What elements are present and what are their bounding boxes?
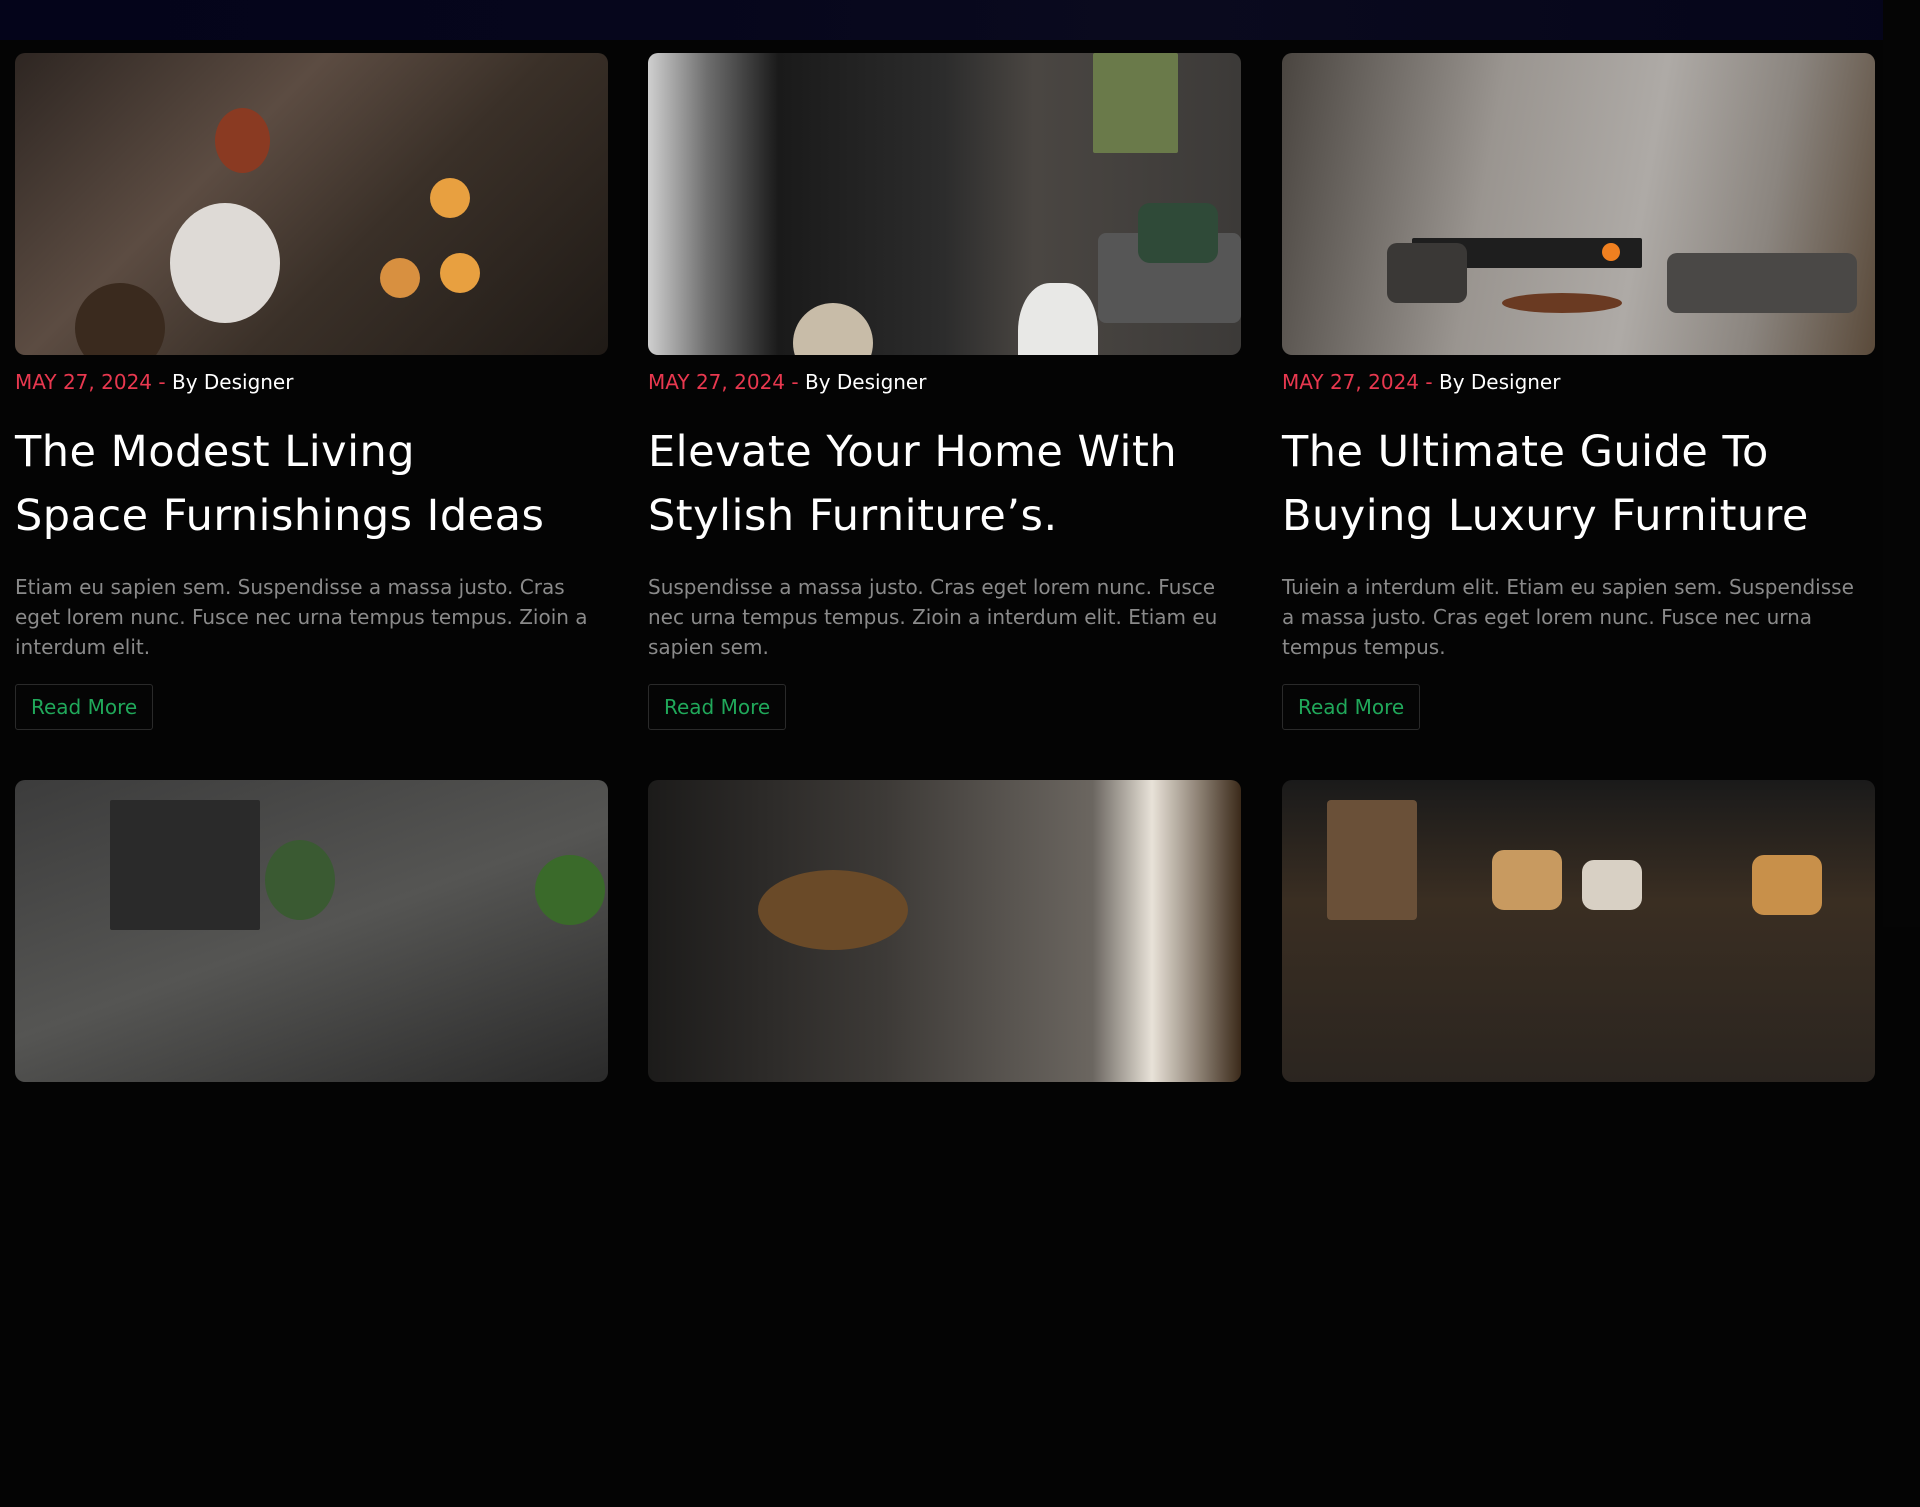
cabinet-shape: [1327, 800, 1417, 920]
candle-shape: [215, 108, 270, 173]
read-more-button[interactable]: Read More: [648, 684, 787, 730]
dried-flowers-shape: [758, 870, 908, 950]
post-meta: MAY 27, 2024 - By Designer: [1282, 368, 1875, 396]
blog-thumbnail[interactable]: [1282, 780, 1875, 1082]
blog-row-1: MAY 27, 2024 - By Designer The Modest Li…: [15, 53, 1875, 780]
post-title-line-2[interactable]: Space Furnishings Ideas: [15, 491, 544, 541]
plant-shape: [265, 840, 335, 920]
fire-glow-shape: [1602, 243, 1620, 261]
post-title[interactable]: The Ultimate Guide To Buying Luxury Furn…: [1282, 420, 1875, 548]
pillow-shape: [1752, 855, 1822, 915]
post-title[interactable]: Elevate Your Home With Stylish Furniture…: [648, 420, 1241, 548]
armchair-shape: [1387, 243, 1467, 303]
meta-separator: -: [1425, 370, 1433, 394]
blog-thumbnail[interactable]: [1282, 53, 1875, 355]
post-title[interactable]: The Modest Living Space Furnishings Idea…: [15, 420, 608, 548]
read-more-button[interactable]: Read More: [15, 684, 154, 730]
white-vase-shape: [1018, 283, 1098, 355]
post-meta: MAY 27, 2024 - By Designer: [648, 368, 1241, 396]
sofa-shape: [1667, 253, 1857, 313]
pinecone-shape: [75, 283, 165, 355]
candle-glow-shape: [380, 258, 420, 298]
post-meta: MAY 27, 2024 - By Designer: [15, 368, 608, 396]
post-title-line-2[interactable]: Buying Luxury Furniture: [1282, 491, 1809, 541]
meta-separator: -: [791, 370, 799, 394]
blog-card: MAY 27, 2024 - By Designer The Ultimate …: [1282, 53, 1875, 730]
blog-card: MAY 27, 2024 - By Designer The Modest Li…: [15, 53, 608, 730]
blog-thumbnail[interactable]: [15, 53, 608, 355]
post-title-line-1[interactable]: The Ultimate Guide To: [1282, 427, 1769, 477]
blog-post-grid: MAY 27, 2024 - By Designer The Modest Li…: [15, 53, 1875, 1507]
candle-glow-shape: [440, 253, 480, 293]
post-excerpt: Tuiein a interdum elit. Etiam eu sapien …: [1282, 575, 1854, 659]
blog-thumbnail[interactable]: [648, 53, 1241, 355]
post-title-line-2[interactable]: Stylish Furniture’s.: [648, 491, 1058, 541]
coffee-table-shape: [1502, 293, 1622, 313]
read-more-button[interactable]: Read More: [1282, 684, 1421, 730]
shelf-shape: [110, 800, 260, 930]
blog-thumbnail[interactable]: [15, 780, 608, 1082]
wall-art-shape: [1093, 53, 1178, 153]
post-date: MAY 27, 2024: [648, 370, 786, 394]
woven-pot-shape: [793, 303, 873, 355]
blog-card: [1282, 780, 1875, 1082]
candle-glow-shape: [430, 178, 470, 218]
plant-shape: [535, 855, 605, 925]
post-date: MAY 27, 2024: [15, 370, 153, 394]
blog-card: MAY 27, 2024 - By Designer Elevate Your …: [648, 53, 1241, 730]
blog-thumbnail[interactable]: [648, 780, 1241, 1082]
post-excerpt: Suspendisse a massa justo. Cras eget lor…: [648, 575, 1218, 659]
scrollbar-track[interactable]: [1883, 0, 1920, 927]
post-date: MAY 27, 2024: [1282, 370, 1420, 394]
top-navbar-strip: [0, 0, 1920, 40]
post-title-line-1[interactable]: Elevate Your Home With: [648, 427, 1177, 477]
post-author[interactable]: By Designer: [1439, 370, 1561, 394]
pillow-shape: [1492, 850, 1562, 910]
post-author[interactable]: By Designer: [172, 370, 294, 394]
post-excerpt: Etiam eu sapien sem. Suspendisse a massa…: [15, 575, 588, 659]
mug-shape: [170, 203, 280, 323]
blog-card: [648, 780, 1241, 1082]
blog-row-2: [15, 780, 1875, 1507]
post-title-line-1[interactable]: The Modest Living: [15, 427, 415, 477]
blog-card: [15, 780, 608, 1082]
post-author[interactable]: By Designer: [805, 370, 927, 394]
green-pillow-shape: [1138, 203, 1218, 263]
pillow-shape: [1582, 860, 1642, 910]
meta-separator: -: [158, 370, 166, 394]
